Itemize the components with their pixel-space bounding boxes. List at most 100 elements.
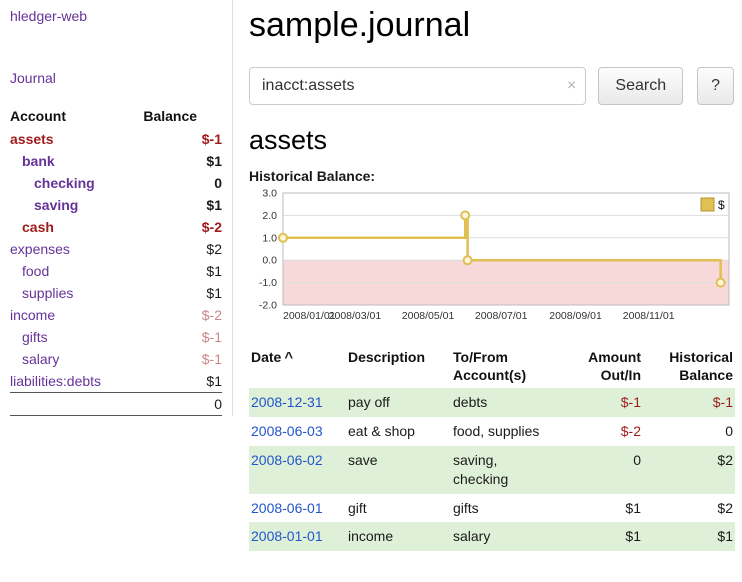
transaction-balance: $1 xyxy=(643,522,735,551)
x-tick-label: 2008/09/01 xyxy=(549,310,602,322)
sidebar-account-link[interactable]: cash xyxy=(22,219,54,235)
transaction-accounts: salary xyxy=(451,522,563,551)
search-box: × xyxy=(249,67,586,105)
sidebar-account-balance: $1 xyxy=(143,260,222,282)
sidebar-account-row: checking 0 xyxy=(10,172,222,194)
register-table: Date^ Description To/From Account(s) Amo… xyxy=(249,345,735,551)
sidebar-account-row: liabilities:debts $1 xyxy=(10,370,222,393)
accounts-header-balance: Balance xyxy=(143,104,222,128)
sidebar-account-link[interactable]: supplies xyxy=(22,285,73,301)
sidebar-accounts-table: Account Balance assets$-1bank$1checking0… xyxy=(10,104,222,416)
transaction-description: save xyxy=(346,446,451,494)
sidebar-account-link[interactable]: salary xyxy=(22,351,59,367)
sidebar-account-balance: $2 xyxy=(143,238,222,260)
sidebar-account-link[interactable]: bank xyxy=(22,153,55,169)
sort-asc-icon: ^ xyxy=(284,349,293,366)
transaction-amount: $-1 xyxy=(563,388,643,417)
register-header-balance: Historical Balance xyxy=(643,345,735,388)
x-tick-label: 2008/03/01 xyxy=(329,310,382,322)
register-header-accounts: To/From Account(s) xyxy=(451,345,563,388)
transaction-balance: $-1 xyxy=(643,388,735,417)
sidebar-account-row: food $1 xyxy=(10,260,222,282)
register-header-date-label: Date xyxy=(251,349,281,365)
y-tick-label: 0.0 xyxy=(262,255,277,267)
register-row: 2008-12-31pay offdebts$-1$-1 xyxy=(249,388,735,417)
sidebar-account-link[interactable]: assets xyxy=(10,131,54,147)
sidebar-accounts-header-row: Account Balance xyxy=(10,104,222,128)
transaction-accounts: saving, checking xyxy=(451,446,563,494)
x-tick-label: 2008/11/01 xyxy=(623,310,675,322)
sidebar-account-balance: $1 xyxy=(143,370,222,393)
register-body: 2008-12-31pay offdebts$-1$-12008-06-03ea… xyxy=(249,388,735,551)
legend-swatch xyxy=(701,198,714,211)
transaction-accounts: food, supplies xyxy=(451,417,563,446)
sidebar-account-balance: $-1 xyxy=(143,326,222,348)
chart-svg: 3.02.01.00.0-1.0-2.02008/01/012008/03/01… xyxy=(249,188,739,328)
sidebar-account-link[interactable]: food xyxy=(22,263,49,279)
data-point xyxy=(461,211,469,219)
sidebar-account-link[interactable]: checking xyxy=(34,175,95,191)
transaction-description: pay off xyxy=(346,388,451,417)
register-header-amount: Amount Out/In xyxy=(563,345,643,388)
transaction-date-link[interactable]: 2008-06-03 xyxy=(251,423,323,439)
transaction-date-link[interactable]: 2008-06-01 xyxy=(251,500,323,516)
sidebar-account-link[interactable]: gifts xyxy=(22,329,48,345)
sidebar-accounts-body: assets$-1bank$1checking0saving$1cash$-2e… xyxy=(10,128,222,393)
sidebar-account-balance: $1 xyxy=(143,282,222,304)
register-header-date[interactable]: Date^ xyxy=(249,345,346,388)
register-row: 2008-06-03eat & shopfood, supplies$-20 xyxy=(249,417,735,446)
sidebar-account-link[interactable]: saving xyxy=(34,197,78,213)
sidebar-total-spacer xyxy=(10,393,143,416)
sidebar-account-link[interactable]: income xyxy=(10,307,55,323)
transaction-date-link[interactable]: 2008-12-31 xyxy=(251,394,323,410)
sidebar-account-balance: 0 xyxy=(143,172,222,194)
transaction-amount: 0 xyxy=(563,446,643,494)
sidebar-account-balance: $1 xyxy=(143,194,222,216)
data-point xyxy=(279,234,287,242)
help-button[interactable]: ? xyxy=(697,67,734,105)
sidebar-account-row: income$-2 xyxy=(10,304,222,326)
register-row: 2008-06-02savesaving, checking0$2 xyxy=(249,446,735,494)
search-bar: × Search ? xyxy=(249,67,734,105)
app-root: hledger-web Journal Account Balance asse… xyxy=(0,0,742,551)
sidebar-account-row: cash $-2 xyxy=(10,216,222,238)
page-title: sample.journal xyxy=(249,6,734,45)
sidebar-account-row: assets $-1 xyxy=(10,128,222,150)
sidebar-account-link[interactable]: liabilities:debts xyxy=(10,373,101,389)
data-point xyxy=(464,256,472,264)
main-content: sample.journal × Search ? assets Histori… xyxy=(233,0,742,551)
transaction-description: income xyxy=(346,522,451,551)
register-header-description: Description xyxy=(346,345,451,388)
sidebar-account-balance: $-2 xyxy=(143,216,222,238)
sidebar-total-balance: 0 xyxy=(143,393,222,416)
sidebar: hledger-web Journal Account Balance asse… xyxy=(0,0,233,416)
accounts-header-account: Account xyxy=(10,104,143,128)
search-input[interactable] xyxy=(249,67,586,105)
sidebar-account-balance: $-1 xyxy=(143,348,222,370)
sidebar-account-link[interactable]: expenses xyxy=(10,241,70,257)
app-title-link[interactable]: hledger-web xyxy=(10,8,222,24)
y-tick-label: 1.0 xyxy=(262,232,277,244)
legend-label: $ xyxy=(718,198,725,212)
clear-search-icon[interactable]: × xyxy=(567,76,576,96)
y-tick-label: -1.0 xyxy=(259,277,277,289)
transaction-amount: $1 xyxy=(563,494,643,523)
sidebar-account-row: expenses $2 xyxy=(10,238,222,260)
y-tick-label: -2.0 xyxy=(259,300,277,312)
data-point xyxy=(717,279,725,287)
transaction-balance: $2 xyxy=(643,494,735,523)
sidebar-account-row: bank$1 xyxy=(10,150,222,172)
transaction-amount: $-2 xyxy=(563,417,643,446)
historical-balance-chart: 3.02.01.00.0-1.0-2.02008/01/012008/03/01… xyxy=(249,188,734,333)
sidebar-account-row: gifts $-1 xyxy=(10,326,222,348)
transaction-date-link[interactable]: 2008-01-01 xyxy=(251,528,323,544)
register-row: 2008-01-01incomesalary$1$1 xyxy=(249,522,735,551)
search-button[interactable]: Search xyxy=(598,67,683,105)
transaction-description: eat & shop xyxy=(346,417,451,446)
y-tick-label: 3.0 xyxy=(262,188,277,200)
transaction-accounts: gifts xyxy=(451,494,563,523)
transaction-date-link[interactable]: 2008-06-02 xyxy=(251,452,323,468)
sidebar-account-balance: $-1 xyxy=(143,128,222,150)
nav-journal-link[interactable]: Journal xyxy=(10,70,222,86)
sidebar-total-row: 0 xyxy=(10,393,222,416)
